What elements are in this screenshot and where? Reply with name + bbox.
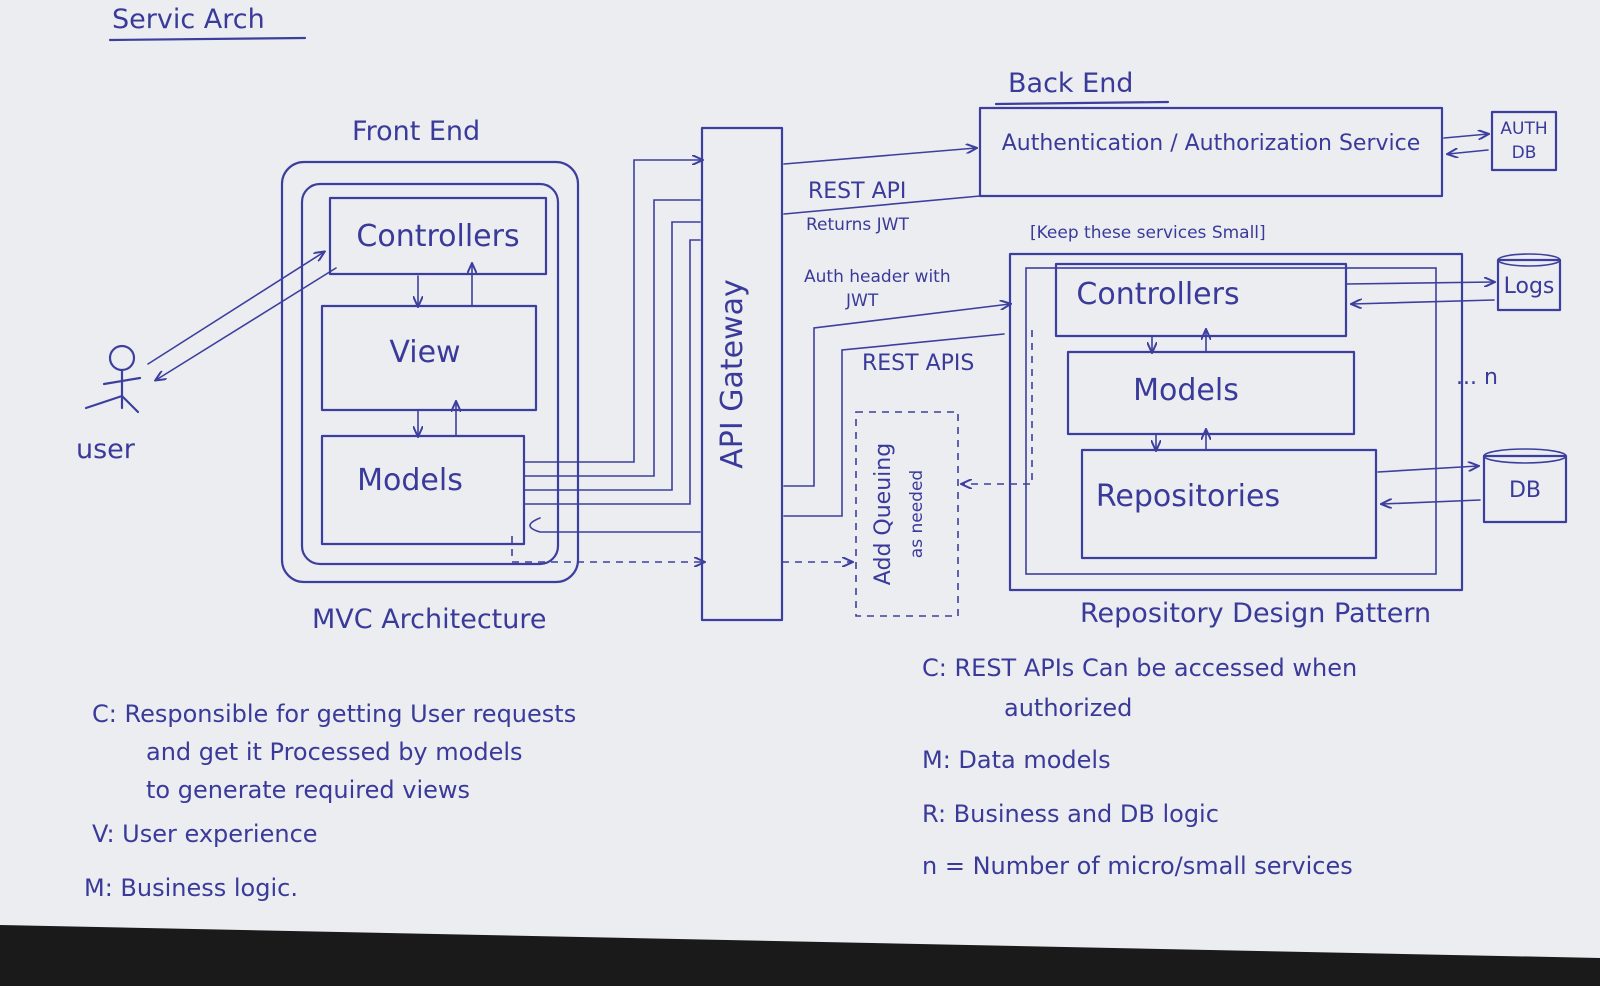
api-gateway-label: API Gateway — [715, 279, 750, 469]
backend-heading: Back End — [1008, 68, 1133, 99]
note-right-4: R: Business and DB logic — [922, 800, 1219, 828]
frontend-heading: Front End — [352, 116, 480, 147]
frontend-view-label: View — [389, 335, 460, 370]
frontend-caption: MVC Architecture — [312, 604, 547, 635]
rest-api-label: REST API — [808, 179, 906, 204]
note-left-4: V: User experience — [92, 820, 318, 848]
architecture-diagram: Servic Arch Front End Controllers View M… — [0, 0, 1600, 958]
note-left-1: C: Responsible for getting User requests — [92, 700, 576, 728]
db-label: DB — [1509, 478, 1541, 503]
diagram-sheet: Servic Arch Front End Controllers View M… — [0, 0, 1600, 982]
note-right-3: M: Data models — [922, 746, 1111, 774]
page-title: Servic Arch — [112, 4, 265, 35]
note-left-5: M: Business logic. — [84, 874, 298, 902]
queue-label-1: Add Queuing — [871, 443, 896, 585]
logs-label: Logs — [1504, 274, 1555, 299]
auth-service-label: Authentication / Authorization Service — [1002, 131, 1421, 156]
note-left-2: and get it Processed by models — [146, 738, 523, 766]
frontend-controllers-label: Controllers — [356, 219, 519, 254]
backend-controllers-label: Controllers — [1076, 277, 1239, 312]
returns-jwt-label: Returns JWT — [806, 215, 909, 235]
note-right-1: C: REST APIs Can be accessed when — [922, 654, 1357, 682]
more-services-label: ... n — [1456, 365, 1498, 390]
backend-repositories-label: Repositories — [1096, 479, 1280, 514]
auth-header-label-2: JWT — [845, 291, 879, 311]
rest-apis-label: REST APIS — [862, 351, 974, 376]
auth-db-label-1: AUTH — [1500, 119, 1547, 139]
user-label: user — [76, 434, 136, 465]
auth-header-label-1: Auth header with — [804, 267, 951, 287]
note-left-3: to generate required views — [146, 776, 470, 804]
note-right-2: authorized — [1004, 694, 1132, 722]
backend-caption: Repository Design Pattern — [1080, 598, 1431, 629]
note-right-5: n = Number of micro/small services — [922, 852, 1353, 880]
auth-db-label-2: DB — [1512, 143, 1537, 163]
keep-small-note: [Keep these services Small] — [1030, 223, 1266, 243]
frontend-models-label: Models — [357, 463, 463, 498]
backend-models-label: Models — [1133, 373, 1239, 408]
queue-label-2: as needed — [907, 470, 927, 558]
